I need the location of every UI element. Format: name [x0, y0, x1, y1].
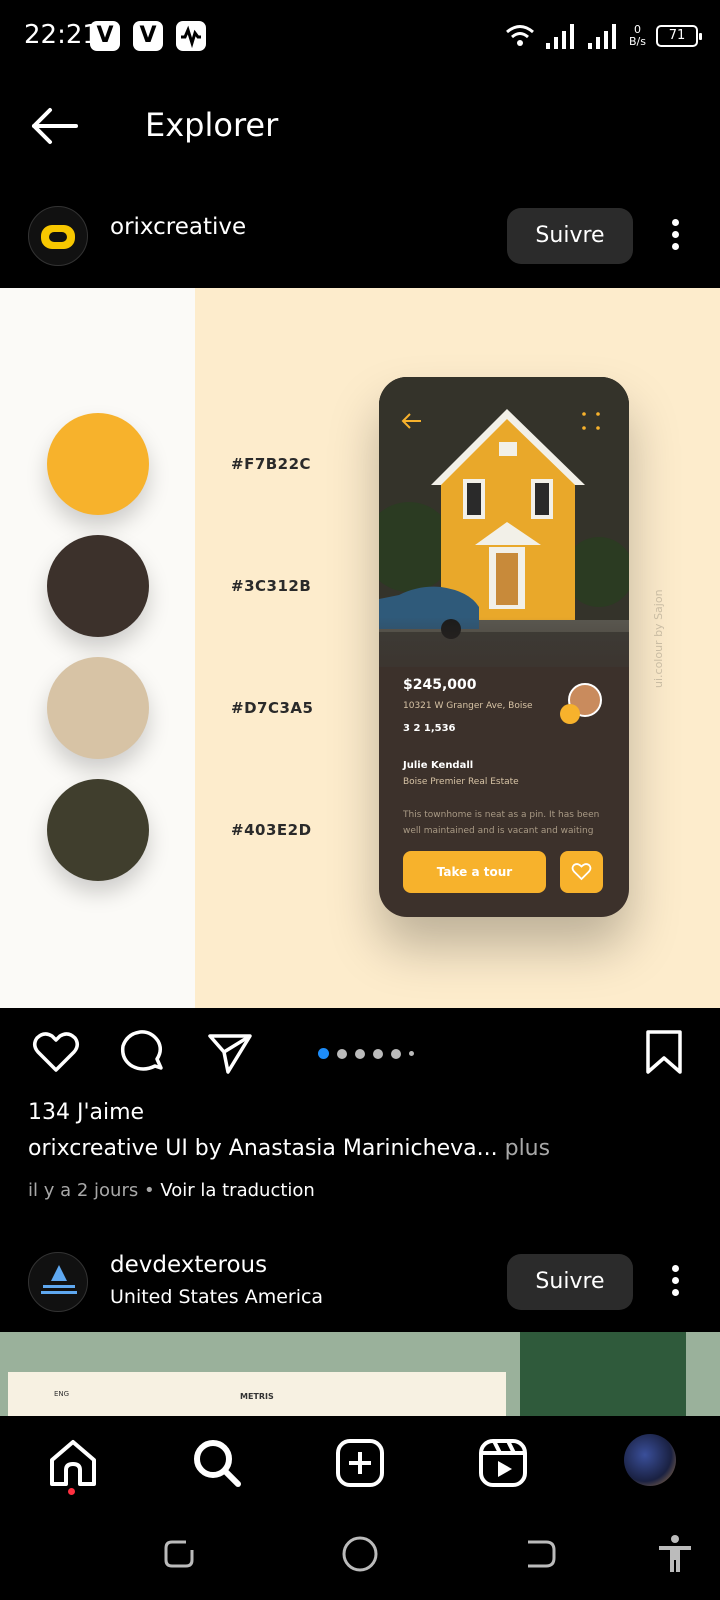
- carousel-indicator: [318, 1048, 414, 1059]
- post-header: orixcreative Suivre: [0, 198, 720, 274]
- search-icon[interactable]: [190, 1436, 244, 1490]
- more-options-icon[interactable]: [665, 1260, 685, 1304]
- post-username[interactable]: orixcreative: [110, 214, 246, 240]
- like-heart-icon[interactable]: [30, 1026, 82, 1078]
- caption-username[interactable]: orixcreative: [28, 1136, 158, 1161]
- net-speed-unit: B/s: [629, 35, 646, 48]
- follow-button[interactable]: Suivre: [507, 208, 633, 264]
- post-meta: il y a 2 jours • Voir la traduction: [28, 1180, 315, 1201]
- listing-description: This townhome is neat as a pin. It has b…: [403, 810, 600, 836]
- share-send-icon[interactable]: [204, 1026, 256, 1078]
- avatar[interactable]: [28, 206, 88, 266]
- preview-brand: METRIS: [240, 1392, 274, 1401]
- listing-price: $245,000: [403, 677, 477, 693]
- post-username[interactable]: devdexterous: [110, 1252, 267, 1278]
- website-preview: ENG METRIS: [8, 1372, 506, 1416]
- back-arrow-icon: [401, 413, 421, 429]
- post-location[interactable]: United States America: [110, 1286, 323, 1308]
- follow-button[interactable]: Suivre: [507, 1254, 633, 1310]
- wifi-icon: [506, 25, 534, 46]
- status-time: 22:21: [24, 20, 99, 50]
- preview-lang: ENG: [54, 1390, 70, 1398]
- watermark: ui.colour by Sajon: [652, 589, 665, 688]
- caption-text: UI by Anastasia Marinicheva...: [165, 1136, 498, 1161]
- comment-icon[interactable]: [117, 1026, 169, 1078]
- status-right: 0 B/s 71: [505, 18, 702, 54]
- signal-icon: [546, 24, 575, 49]
- website-preview-dark: [520, 1332, 686, 1416]
- post-header: devdexterous United States America Suivr…: [0, 1244, 720, 1320]
- status-bar: 22:21 V V 0 B/s 71: [0, 0, 720, 72]
- bottom-nav: [0, 1416, 720, 1510]
- avatar[interactable]: [28, 1252, 88, 1312]
- system-nav-bar: [0, 1510, 720, 1600]
- notification-dot: [68, 1488, 75, 1495]
- carousel-dot: [409, 1051, 414, 1056]
- reels-icon[interactable]: [476, 1436, 530, 1490]
- battery-icon: 71: [656, 25, 702, 47]
- recent-apps-icon[interactable]: [158, 1532, 202, 1576]
- net-speed: 0 B/s: [629, 24, 646, 48]
- brand-logo-icon: [41, 225, 75, 249]
- page-title: Explorer: [145, 106, 279, 144]
- color-swatch: [47, 535, 149, 637]
- agent-company: Boise Premier Real Estate: [403, 777, 519, 787]
- hex-label: #F7B22C: [231, 455, 312, 473]
- notification-app-icon: V: [90, 21, 120, 51]
- back-gesture-icon[interactable]: [518, 1532, 562, 1576]
- save-bookmark-icon[interactable]: [638, 1026, 690, 1078]
- carousel-dot: [337, 1048, 347, 1059]
- listing-address: 10321 W Granger Ave, Boise: [403, 701, 533, 711]
- hex-label: #3C312B: [231, 577, 312, 595]
- carousel-dot: [391, 1048, 401, 1059]
- back-arrow-icon[interactable]: [30, 106, 80, 146]
- take-tour-button: Take a tour: [403, 851, 546, 893]
- carousel-dot: [355, 1048, 365, 1059]
- caption-more-link[interactable]: plus: [505, 1136, 550, 1161]
- color-swatch: [47, 657, 149, 759]
- profile-avatar[interactable]: [624, 1434, 676, 1486]
- agent-name: Julie Kendall: [403, 760, 474, 771]
- brand-logo-icon: [41, 1265, 77, 1294]
- notification-app-icon: V: [133, 21, 163, 51]
- hex-label: #403E2D: [231, 821, 312, 839]
- home-icon[interactable]: [46, 1436, 100, 1490]
- signal-icon: [588, 24, 617, 49]
- post-image[interactable]: ENG METRIS: [0, 1332, 720, 1416]
- activity-icon: [176, 21, 206, 51]
- post-image[interactable]: #F7B22C #3C312B #D7C3A5 #403E2D $245,000…: [0, 288, 720, 1008]
- like-count[interactable]: 134 J'aime: [28, 1100, 144, 1125]
- listing-specs: 3 2 1,536: [403, 723, 456, 734]
- post-caption[interactable]: orixcreative UI by Anastasia Marinicheva…: [28, 1136, 550, 1161]
- post-actions: [0, 1016, 720, 1088]
- color-swatch: [47, 413, 149, 515]
- create-post-icon[interactable]: [333, 1436, 387, 1490]
- hex-label: #D7C3A5: [231, 699, 314, 717]
- carousel-dot: [318, 1048, 329, 1059]
- palette-panel: [0, 288, 195, 1008]
- top-bar: Explorer: [0, 82, 720, 172]
- post-time: il y a 2 jours: [28, 1180, 139, 1201]
- heart-icon: [560, 851, 603, 893]
- phone-mockup: $245,000 10321 W Granger Ave, Boise 3 2 …: [379, 377, 629, 917]
- accessibility-icon[interactable]: [653, 1532, 697, 1576]
- menu-grid-icon: [582, 412, 600, 430]
- home-circle-icon[interactable]: [338, 1532, 382, 1576]
- translate-link[interactable]: Voir la traduction: [160, 1180, 315, 1201]
- more-options-icon[interactable]: [665, 214, 685, 258]
- phone-icon: [560, 704, 580, 724]
- color-swatch: [47, 779, 149, 881]
- carousel-dot: [373, 1048, 383, 1059]
